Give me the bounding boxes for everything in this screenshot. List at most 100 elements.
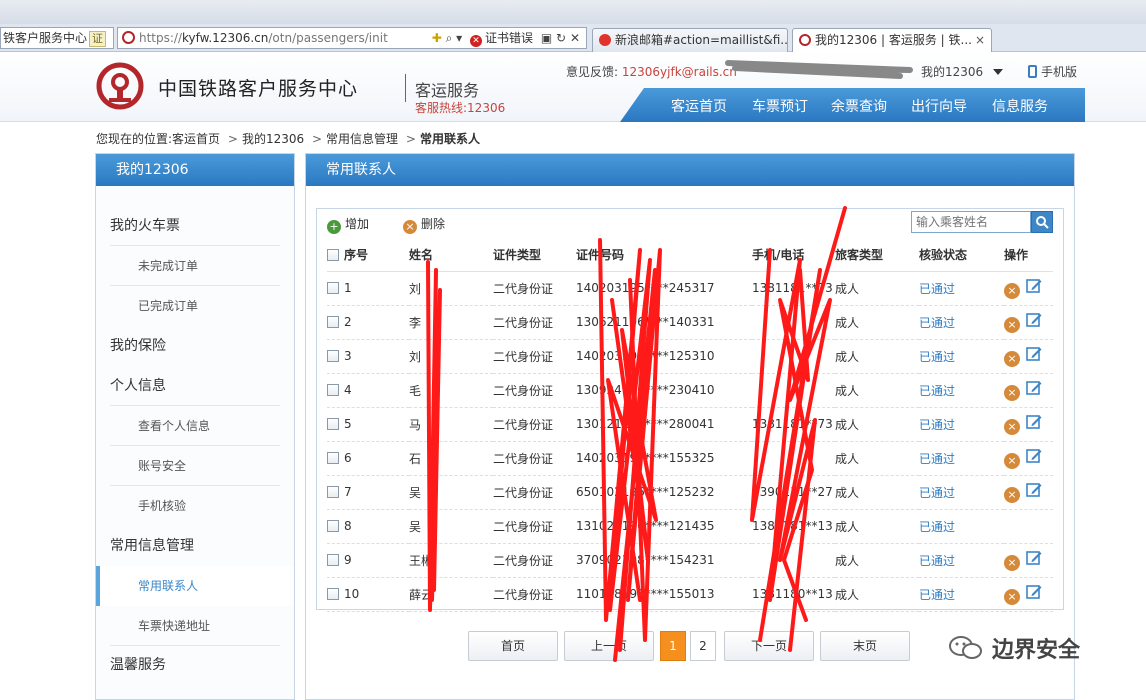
- last-page-button[interactable]: 末页: [820, 631, 910, 661]
- nav-travel-guide[interactable]: 出行向导: [911, 96, 967, 116]
- nav-booking[interactable]: 车票预订: [752, 96, 808, 116]
- delete-row-icon[interactable]: ×: [1004, 588, 1020, 605]
- row-checkbox[interactable]: [327, 282, 339, 294]
- row-checkbox[interactable]: [327, 452, 339, 464]
- cell-phone: [752, 373, 835, 408]
- close-tab-icon[interactable]: ×: [975, 29, 985, 51]
- sidebar-item-my-tickets[interactable]: 我的火车票: [96, 206, 294, 246]
- first-page-button[interactable]: 首页: [468, 631, 558, 661]
- edit-icon[interactable]: [1026, 312, 1042, 328]
- nav-info-service[interactable]: 信息服务: [992, 96, 1048, 116]
- row-checkbox[interactable]: [327, 486, 339, 498]
- row-checkbox[interactable]: [327, 418, 339, 430]
- row-checkbox[interactable]: [327, 520, 339, 532]
- row-checkbox[interactable]: [327, 554, 339, 566]
- verified-link[interactable]: 已通过: [919, 520, 955, 534]
- row-checkbox[interactable]: [327, 384, 339, 396]
- prev-page-button[interactable]: 上一页: [564, 631, 654, 661]
- compatibility-icon[interactable]: ✚: [432, 31, 442, 45]
- browser-chrome: 铁客户服务中心证 https://kyfw.12306.cn/otn/passe…: [0, 0, 1146, 52]
- mobile-version-link[interactable]: 手机版: [1028, 63, 1077, 80]
- cell-actions: [1004, 509, 1053, 544]
- breadcrumb-info-management[interactable]: 常用信息管理: [326, 132, 398, 146]
- edit-icon[interactable]: [1026, 482, 1042, 498]
- tab-sina-mail[interactable]: 新浪邮箱#action=maillist&fi...: [592, 28, 788, 52]
- delete-row-icon[interactable]: ×: [1004, 282, 1020, 299]
- tab-my-12306[interactable]: 我的12306 | 客运服务 | 铁... ×: [792, 28, 992, 52]
- verified-link[interactable]: 已通过: [919, 316, 955, 330]
- edit-icon[interactable]: [1026, 584, 1042, 600]
- edit-icon[interactable]: [1026, 448, 1042, 464]
- verified-link[interactable]: 已通过: [919, 588, 955, 602]
- delete-row-icon[interactable]: ×: [1004, 418, 1020, 435]
- sidebar-item-unfinished-orders[interactable]: 未完成订单: [96, 246, 294, 286]
- edit-icon[interactable]: [1026, 550, 1042, 566]
- previous-address-field[interactable]: 铁客户服务中心证: [0, 27, 114, 49]
- next-page-button[interactable]: 下一页: [724, 631, 814, 661]
- verified-link[interactable]: 已通过: [919, 452, 955, 466]
- verified-link[interactable]: 已通过: [919, 282, 955, 296]
- my-account-menu[interactable]: 我的12306: [921, 63, 1004, 80]
- edit-icon[interactable]: [1026, 346, 1042, 362]
- stop-icon[interactable]: ✕: [570, 31, 580, 45]
- search-icon[interactable]: ⌕: [446, 31, 453, 45]
- delete-row-icon[interactable]: ×: [1004, 486, 1020, 503]
- compat-view-icon[interactable]: ▣: [541, 31, 552, 45]
- main-nav: 客运首页 车票预订 余票查询 出行向导 信息服务: [620, 88, 1085, 122]
- sidebar-item-info-management[interactable]: 常用信息管理: [96, 526, 294, 566]
- feedback-email-link[interactable]: 12306yjfk@rails.cn: [622, 65, 737, 79]
- delete-row-icon[interactable]: ×: [1004, 350, 1020, 367]
- url-bar[interactable]: https://kyfw.12306.cn/otn/passengers/ini…: [117, 27, 587, 49]
- sidebar-item-account-security[interactable]: 账号安全: [96, 446, 294, 486]
- delete-contact-button[interactable]: × 删除: [403, 215, 445, 234]
- verified-link[interactable]: 已通过: [919, 384, 955, 398]
- sidebar-item-view-personal-info[interactable]: 查看个人信息: [96, 406, 294, 446]
- sidebar-item-frequent-contacts[interactable]: 常用联系人: [96, 566, 294, 606]
- row-checkbox[interactable]: [327, 316, 339, 328]
- cell-id-type: 二代身份证: [493, 543, 576, 578]
- url-path: /otn/passengers/init: [268, 31, 388, 45]
- sidebar-item-my-insurance[interactable]: 我的保险: [96, 326, 294, 366]
- cell-phone: 1381180**13: [752, 577, 835, 612]
- cell-id-number: 130121197****280041: [576, 407, 752, 442]
- breadcrumb-home[interactable]: 客运首页: [172, 132, 220, 146]
- sidebar-item-phone-verification[interactable]: 手机核验: [96, 486, 294, 526]
- delete-row-icon[interactable]: ×: [1004, 452, 1020, 469]
- sidebar-item-personal-info[interactable]: 个人信息: [96, 366, 294, 406]
- sidebar-item-delivery-address[interactable]: 车票快递地址: [96, 606, 294, 646]
- breadcrumb-my-12306[interactable]: 我的12306: [242, 132, 304, 146]
- nav-home[interactable]: 客运首页: [671, 96, 727, 116]
- edit-icon[interactable]: [1026, 414, 1042, 430]
- edit-icon[interactable]: [1026, 278, 1042, 294]
- sidebar-item-warm-service[interactable]: 温馨服务: [96, 645, 294, 685]
- page-1[interactable]: 1: [660, 631, 686, 661]
- cell-verification: 已通过: [919, 305, 1004, 340]
- panel-title: 常用联系人: [306, 154, 1074, 186]
- cell-passenger-type: 成人: [835, 475, 919, 510]
- row-checkbox[interactable]: [327, 350, 339, 362]
- cell-id-number: 140203195****245317: [576, 271, 752, 306]
- select-all-checkbox[interactable]: [327, 249, 339, 262]
- certificate-error-button[interactable]: ✕ 证书错误: [470, 31, 533, 47]
- add-contact-button[interactable]: + 增加: [327, 215, 369, 234]
- sidebar-item-completed-orders[interactable]: 已完成订单: [96, 286, 294, 326]
- edit-icon[interactable]: [1026, 380, 1042, 396]
- delete-row-icon[interactable]: ×: [1004, 384, 1020, 401]
- site-favicon-icon: [122, 31, 135, 44]
- verified-link[interactable]: 已通过: [919, 554, 955, 568]
- row-checkbox[interactable]: [327, 588, 339, 600]
- verified-link[interactable]: 已通过: [919, 486, 955, 500]
- passenger-search-input[interactable]: [911, 211, 1031, 233]
- nav-remaining-tickets[interactable]: 余票查询: [831, 96, 887, 116]
- search-button[interactable]: [1031, 211, 1053, 233]
- page-2[interactable]: 2: [690, 631, 716, 661]
- verified-link[interactable]: 已通过: [919, 350, 955, 364]
- delete-row-icon[interactable]: ×: [1004, 554, 1020, 571]
- dropdown-icon[interactable]: ▾: [456, 31, 462, 45]
- cell-passenger-type: 成人: [835, 271, 919, 306]
- sidebar-item-label: 已完成订单: [138, 299, 199, 313]
- verified-link[interactable]: 已通过: [919, 418, 955, 432]
- refresh-icon[interactable]: ↻: [556, 31, 566, 45]
- delete-row-icon[interactable]: ×: [1004, 316, 1020, 333]
- browser-title-strip: [0, 0, 1146, 24]
